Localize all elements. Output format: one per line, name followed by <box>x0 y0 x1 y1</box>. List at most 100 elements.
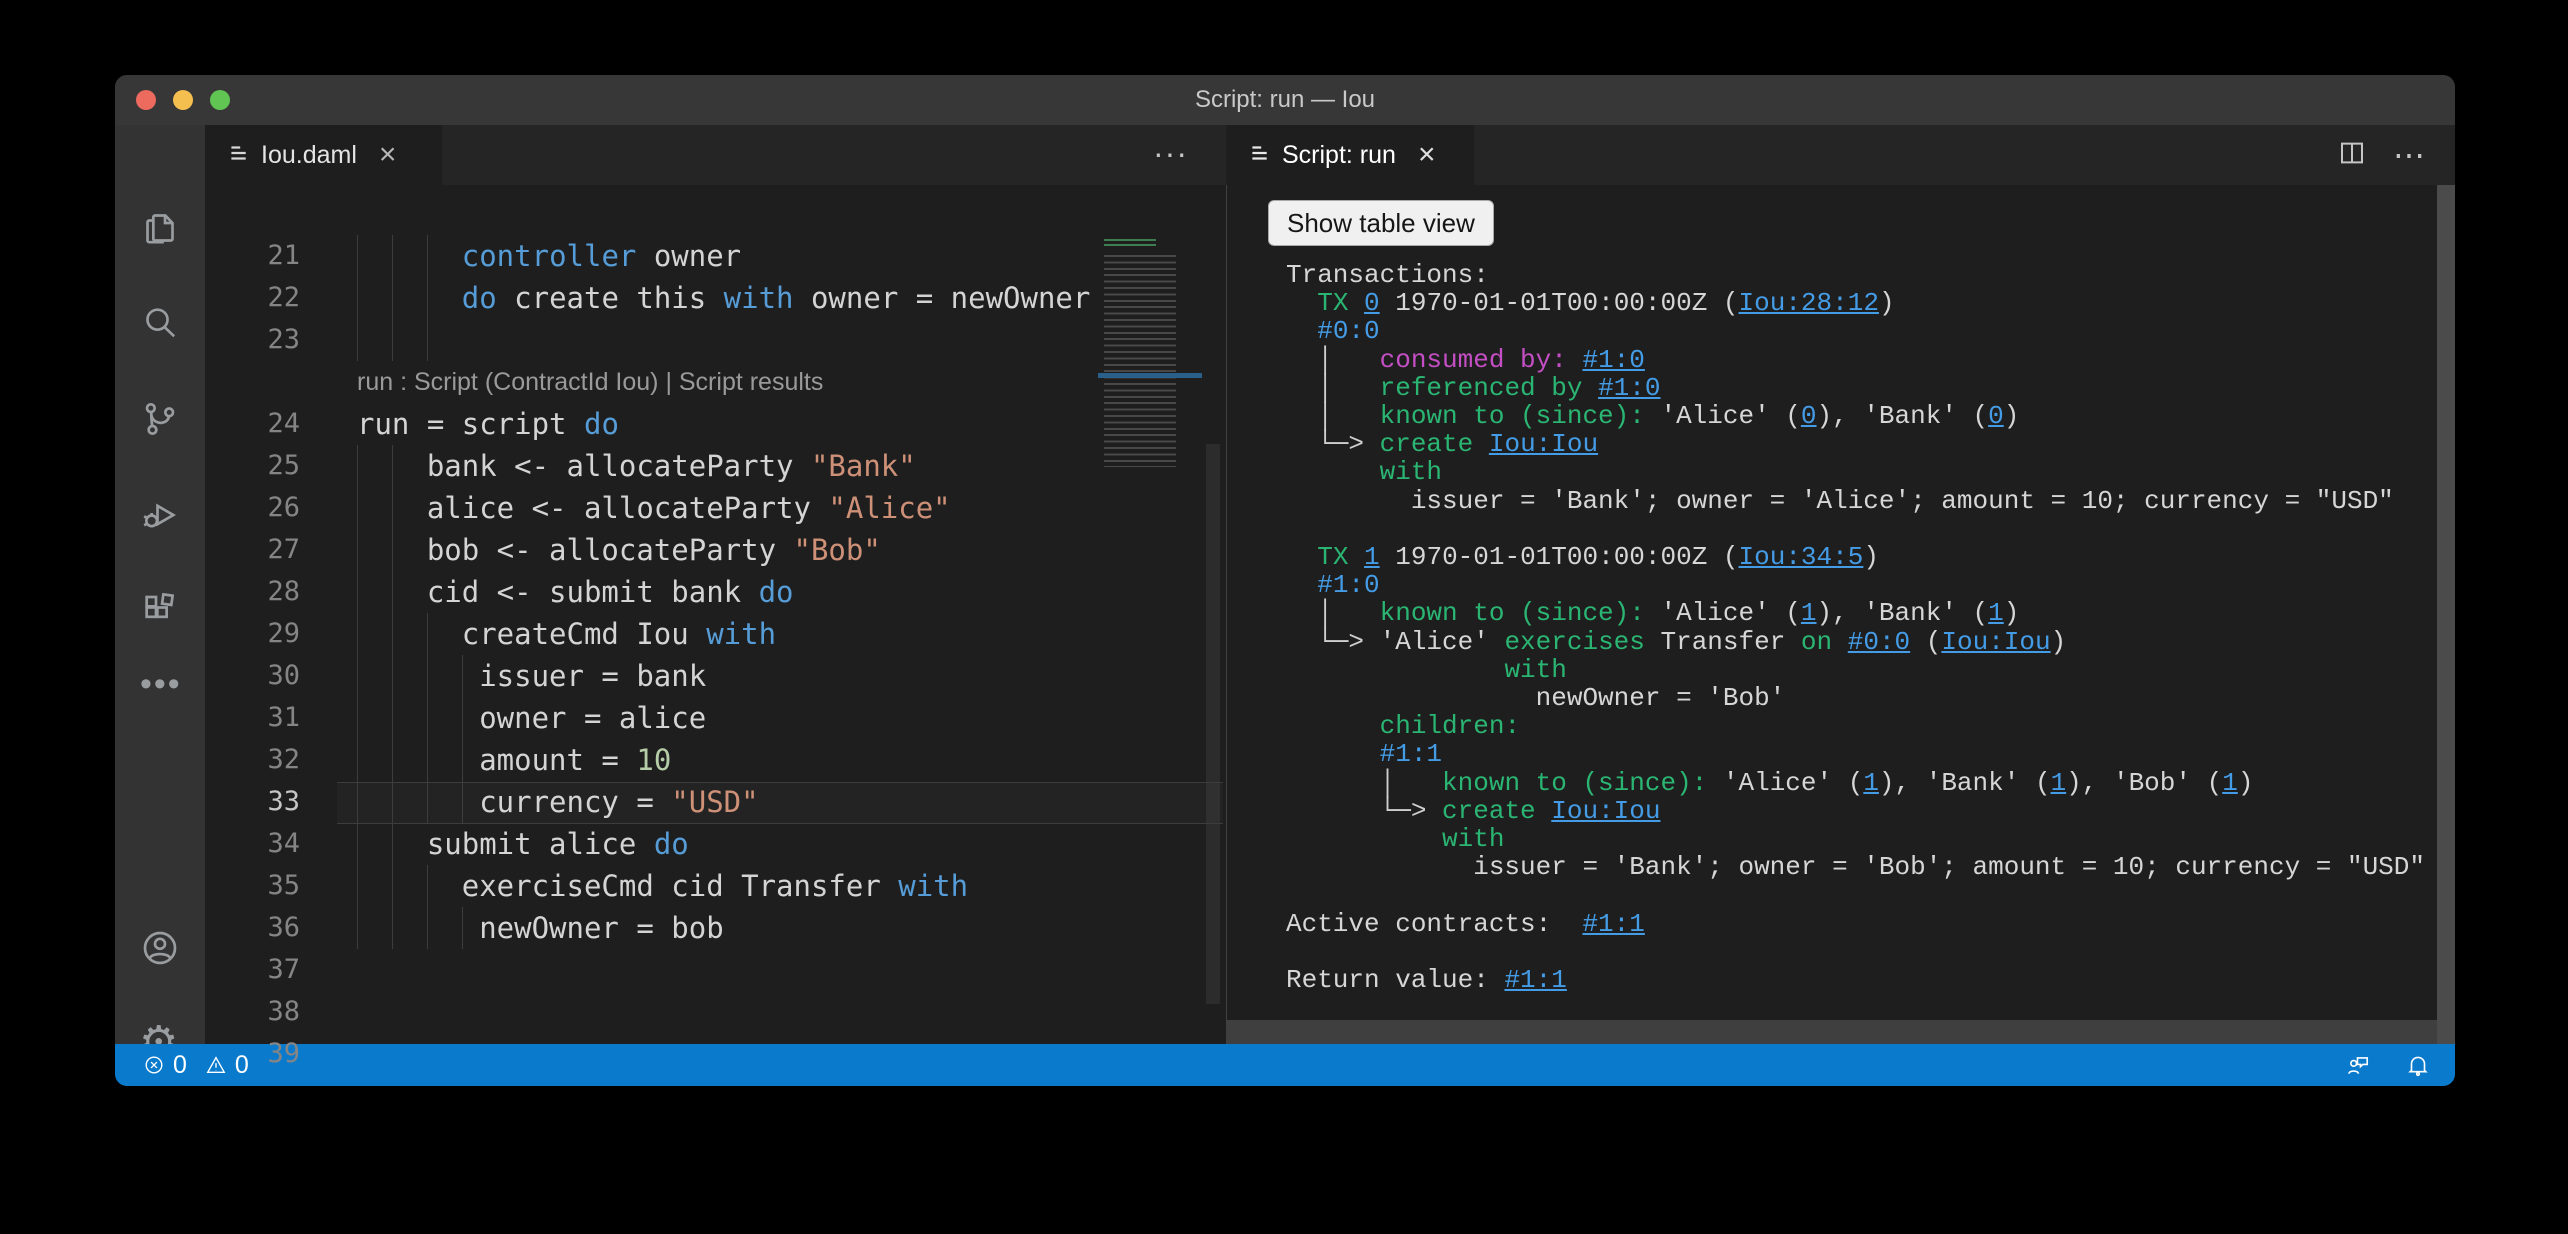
search-icon[interactable] <box>140 303 180 343</box>
source-control-icon[interactable] <box>140 399 180 439</box>
output-link[interactable]: #1:1 <box>1582 909 1644 939</box>
line-number: 32 <box>215 739 300 781</box>
extensions-icon[interactable] <box>140 590 180 630</box>
output-token: exercises <box>1504 627 1644 657</box>
output-token: Transfer <box>1645 627 1801 657</box>
title-bar[interactable]: Script: run — Iou <box>115 75 2455 125</box>
output-link[interactable]: 1 <box>2222 768 2238 798</box>
code-lens[interactable]: run : Script (ContractId Iou) | Script r… <box>357 361 823 403</box>
output-link[interactable]: #1:1 <box>1504 965 1566 995</box>
daml-file-icon <box>227 142 249 169</box>
tab-iou-daml[interactable]: Iou.daml × <box>205 125 442 185</box>
panel-horizontal-scrollbar[interactable] <box>1227 1020 2437 1044</box>
output-token: 1970-01-01T00:00:00Z ( <box>1380 542 1739 572</box>
output-link[interactable]: #1:0 <box>1598 373 1660 403</box>
daml-file-icon <box>1248 142 1270 169</box>
output-line: └─> 'Alice' exercises Transfer on #0:0 (… <box>1286 628 2066 656</box>
output-token: ), 'Bob' ( <box>2066 768 2222 798</box>
code-line[interactable]: exerciseCmd cid Transfer with <box>357 865 968 907</box>
code-line[interactable]: owner = alice <box>357 697 706 739</box>
files-icon[interactable] <box>140 208 180 248</box>
output-token <box>1348 542 1364 572</box>
code-line[interactable]: cid <- submit bank do <box>357 571 794 613</box>
code-token: "Alice" <box>828 491 950 525</box>
output-line: issuer = 'Bank'; owner = 'Bob'; amount =… <box>1286 853 2425 881</box>
error-count: 0 <box>173 1051 187 1080</box>
code-line[interactable]: amount = 10 <box>357 739 671 781</box>
notifications-bell-icon[interactable] <box>2405 1052 2431 1078</box>
tab-script-run[interactable]: Script: run × <box>1226 125 1474 185</box>
output-link[interactable]: Iou:Iou <box>1551 796 1660 826</box>
output-link[interactable]: 0 <box>1988 401 2004 431</box>
output-link[interactable]: 0 <box>1801 401 1817 431</box>
line-number: 25 <box>215 445 300 487</box>
code-line[interactable]: controller owner <box>357 235 741 277</box>
output-link[interactable]: 0 <box>1364 288 1380 318</box>
code-line[interactable]: newOwner = bob <box>357 907 724 949</box>
output-token: │ <box>1286 768 1442 798</box>
code-token: issuer = bank <box>357 659 706 693</box>
output-line: TX 1 1970-01-01T00:00:00Z (Iou:34:5) <box>1286 543 1879 571</box>
editor-scrollbar[interactable] <box>1206 444 1220 1004</box>
close-tab-icon[interactable]: × <box>1418 140 1436 170</box>
output-link[interactable]: Iou:34:5 <box>1739 542 1864 572</box>
output-token <box>1286 288 1317 318</box>
output-token: create <box>1380 429 1474 459</box>
split-editor-icon[interactable] <box>2337 138 2367 173</box>
activity-bar: ••• ⚙ <box>115 125 205 1044</box>
output-link[interactable]: #1:0 <box>1582 345 1644 375</box>
output-link[interactable]: 1 <box>1863 768 1879 798</box>
code-token: "Bank" <box>811 449 916 483</box>
code-line[interactable]: bob <- allocateParty "Bob" <box>357 529 881 571</box>
code-token: do <box>584 407 619 441</box>
output-link[interactable]: Iou:Iou <box>1489 429 1598 459</box>
output-token: with <box>1504 655 1566 685</box>
minimap[interactable] <box>1098 237 1202 487</box>
output-link[interactable]: 1 <box>1364 542 1380 572</box>
output-link[interactable]: 1 <box>1801 598 1817 628</box>
panel-actions: ⋯ <box>2337 125 2426 185</box>
account-icon[interactable] <box>140 928 180 968</box>
output-token: Active contracts: <box>1286 909 1582 939</box>
code-token: do <box>654 827 689 861</box>
code-token: owner = alice <box>357 701 706 735</box>
more-actions-icon[interactable]: ⋯ <box>2393 136 2426 174</box>
output-link[interactable]: 1 <box>2051 768 2067 798</box>
output-link[interactable]: 1 <box>1988 598 2004 628</box>
output-token <box>1286 655 1504 685</box>
show-table-view-button[interactable]: Show table view <box>1268 200 1494 246</box>
output-line: #1:0 <box>1286 571 1380 599</box>
code-line[interactable]: do create this with owner = newOwner <box>357 277 1090 319</box>
output-token: issuer = 'Bank'; owner = 'Bob'; amount =… <box>1286 852 2425 882</box>
run-debug-icon[interactable] <box>140 495 180 535</box>
more-views-icon[interactable]: ••• <box>140 665 182 704</box>
code-line[interactable]: currency = "USD" <box>357 781 759 823</box>
feedback-icon[interactable] <box>2345 1052 2371 1078</box>
output-token: 'Alice' ( <box>1645 401 1801 431</box>
output-link[interactable]: Iou:Iou <box>1941 627 2050 657</box>
output-link[interactable]: Iou:28:12 <box>1739 288 1879 318</box>
code-line[interactable]: bank <- allocateParty "Bank" <box>357 445 916 487</box>
output-token: Return value: <box>1286 965 1504 995</box>
code-line[interactable]: createCmd Iou with <box>357 613 776 655</box>
code-line[interactable]: alice <- allocateParty "Alice" <box>357 487 951 529</box>
tab-label: Script: run <box>1282 141 1396 170</box>
output-token: Transactions: <box>1286 260 1489 290</box>
code-line[interactable]: run = script do <box>357 403 619 445</box>
panel-vertical-scrollbar[interactable] <box>2437 185 2455 1044</box>
output-token: #1:1 <box>1380 739 1442 769</box>
output-token <box>1832 627 1848 657</box>
code-line[interactable]: submit alice do <box>357 823 689 865</box>
output-token <box>1473 429 1489 459</box>
output-link[interactable]: #0:0 <box>1848 627 1910 657</box>
output-token <box>1286 824 1442 854</box>
close-tab-icon[interactable]: × <box>379 140 397 170</box>
output-line: │ consumed by: #1:0 <box>1286 346 1645 374</box>
editor-actions-more-icon[interactable]: ··· <box>1153 135 1188 172</box>
output-token: ), 'Bank' ( <box>1817 598 1989 628</box>
code-line[interactable]: issuer = bank <box>357 655 706 697</box>
line-number: 38 <box>215 991 300 1033</box>
output-line: Return value: #1:1 <box>1286 966 1567 994</box>
output-line: with <box>1286 458 1442 486</box>
output-token: ), 'Bank' ( <box>1879 768 2051 798</box>
